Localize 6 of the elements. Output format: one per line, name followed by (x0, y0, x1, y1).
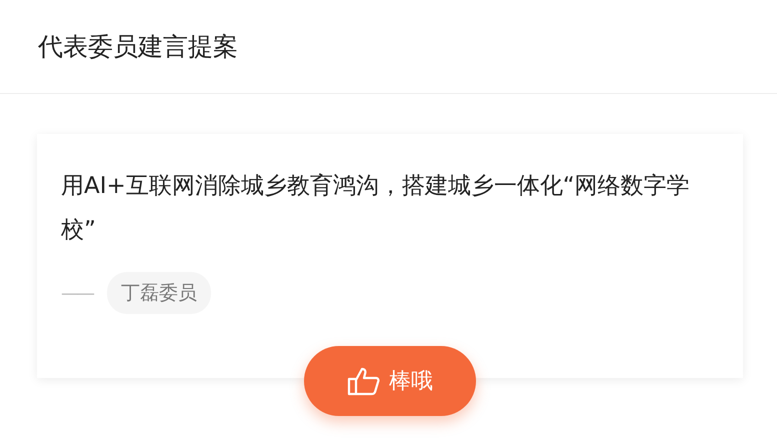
proposal-text: 用AI+互联网消除城乡教育鸿沟，搭建城乡一体化“网络数字学校” (61, 172, 691, 245)
dash: —— (61, 282, 93, 304)
author-tag: 丁磊委员 (107, 272, 211, 314)
like-button[interactable]: 棒哦 (304, 346, 476, 416)
thumbs-up-icon (347, 366, 381, 396)
page-title: 代表委员建言提案 (38, 31, 238, 63)
